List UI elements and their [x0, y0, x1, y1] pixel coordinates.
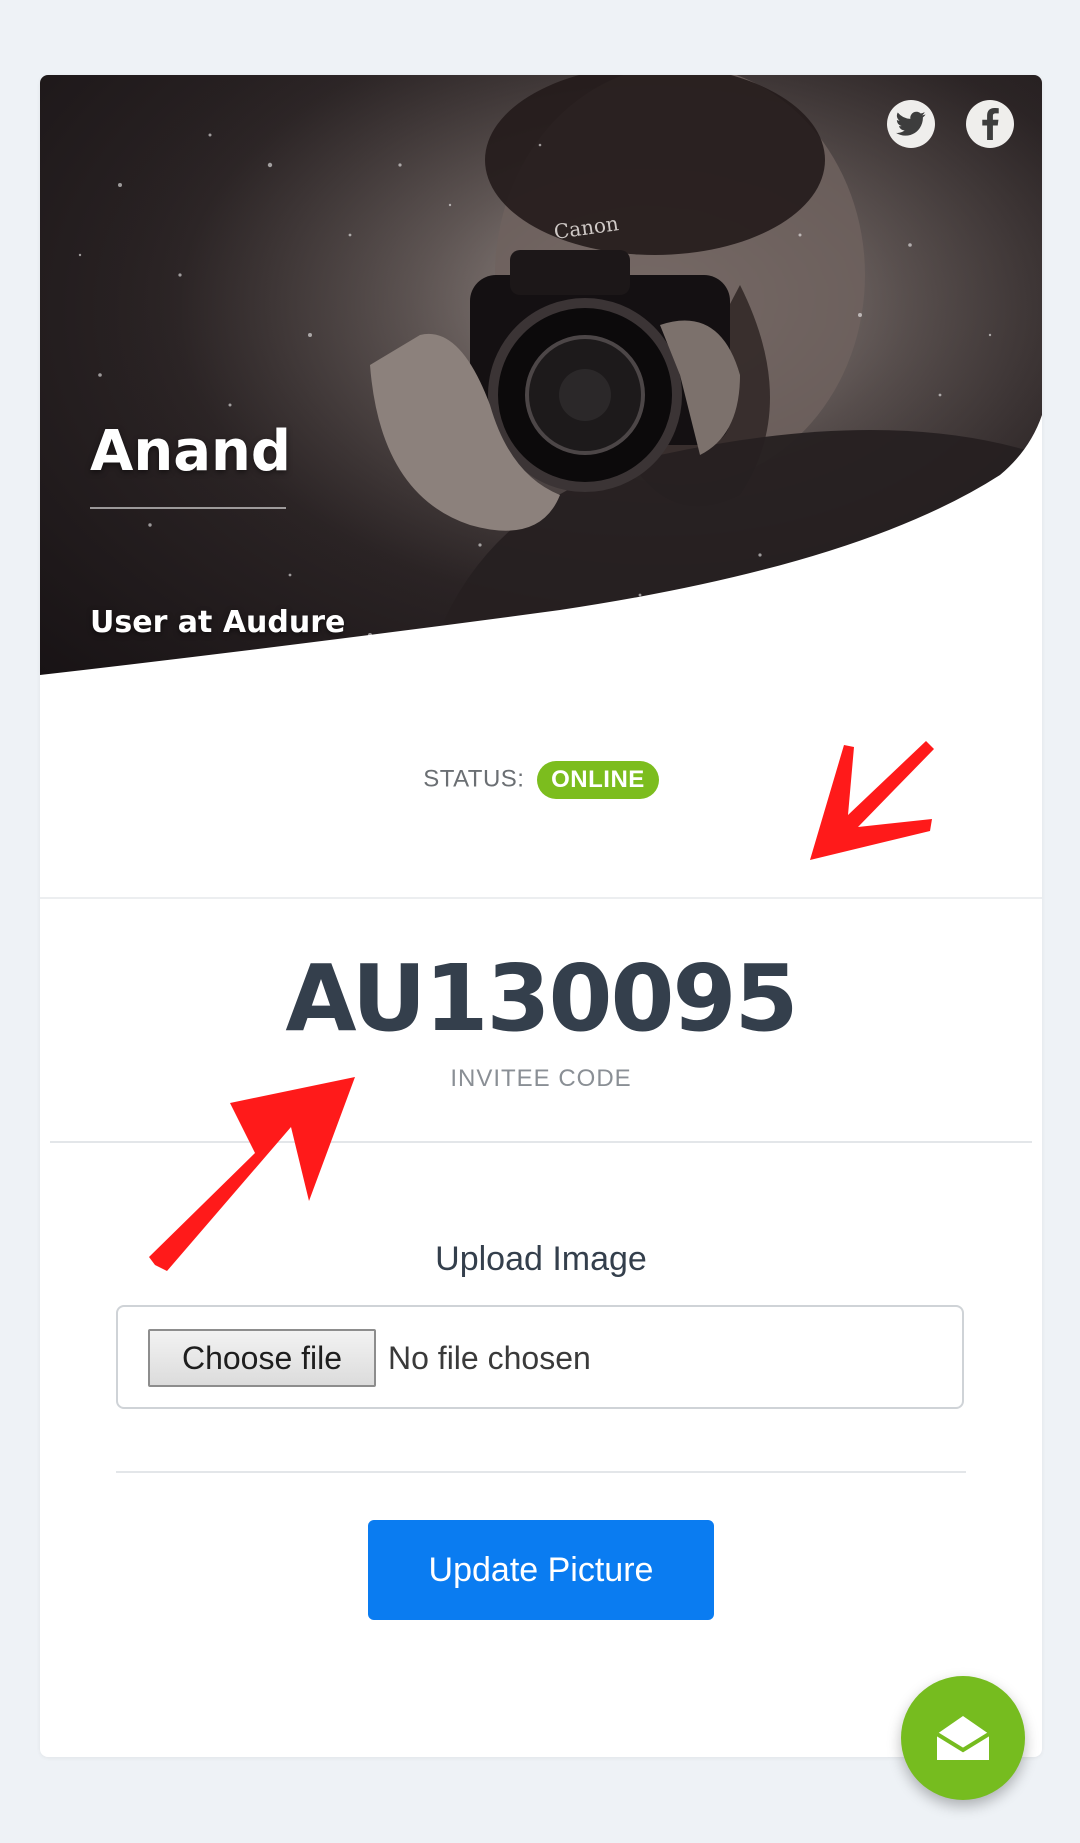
- profile-cover: Canon Anand User at Audure: [40, 75, 1042, 695]
- section-divider: [40, 897, 1042, 899]
- profile-role: User at Audure: [90, 605, 346, 640]
- update-picture-button[interactable]: Update Picture: [368, 1520, 714, 1620]
- facebook-icon: [982, 108, 999, 140]
- profile-card: Canon Anand User at Audure STATUS: ONLIN…: [40, 75, 1042, 1757]
- messages-fab[interactable]: [901, 1676, 1025, 1800]
- status-label: STATUS:: [423, 765, 525, 793]
- section-divider: [116, 1471, 966, 1473]
- file-status-text: No file chosen: [388, 1340, 591, 1376]
- choose-file-button[interactable]: Choose file: [148, 1329, 376, 1387]
- annotation-arrow-bottom: [149, 1077, 355, 1271]
- invitee-code: AU130095: [285, 945, 798, 1052]
- profile-name: Anand: [90, 419, 291, 484]
- twitter-link[interactable]: [887, 100, 935, 148]
- file-input[interactable]: Choose file No file chosen: [116, 1305, 964, 1409]
- facebook-link[interactable]: [966, 100, 1014, 148]
- name-divider: [90, 507, 286, 509]
- annotation-arrow-top: [810, 741, 934, 860]
- cover-photo: Canon: [40, 75, 1042, 695]
- envelope-open-icon: [935, 1716, 991, 1760]
- twitter-icon: [896, 111, 926, 136]
- status-badge: ONLINE: [537, 760, 659, 799]
